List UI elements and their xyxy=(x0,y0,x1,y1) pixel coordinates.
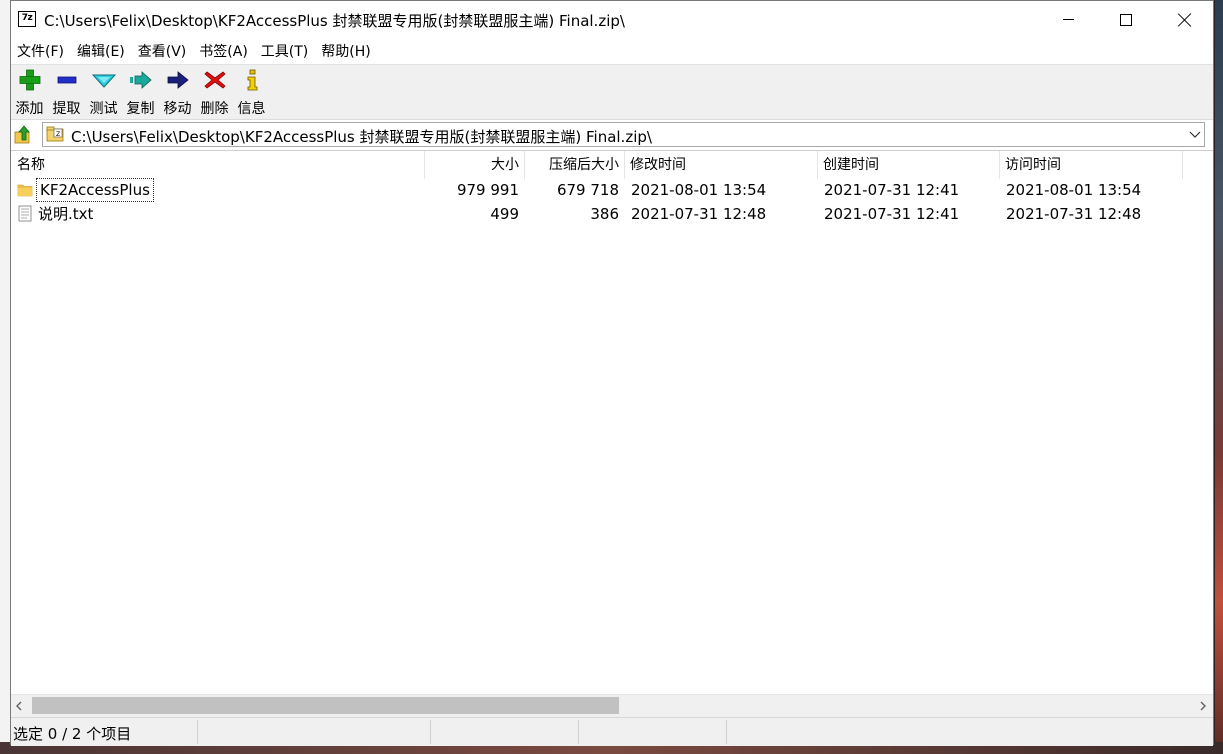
maximize-icon xyxy=(1120,13,1132,26)
horizontal-scrollbar[interactable] xyxy=(11,694,1213,717)
file-packed-size: 386 xyxy=(590,205,619,223)
minimize-button[interactable] xyxy=(1039,1,1097,38)
path-input[interactable]: Z C:\Users\Felix\Desktop\KF2AccessPlus 封… xyxy=(42,122,1205,147)
title-bar[interactable]: 7z C:\Users\Felix\Desktop\KF2AccessPlus … xyxy=(11,1,1213,38)
file-accessed: 2021-08-01 13:54 xyxy=(1006,181,1142,199)
column-header-name[interactable]: 名称 xyxy=(11,151,425,179)
column-header-accessed[interactable]: 访问时间 xyxy=(1000,151,1183,179)
column-header-size[interactable]: 大小 xyxy=(425,151,525,179)
close-button[interactable] xyxy=(1155,1,1213,38)
file-name: 说明.txt xyxy=(38,205,94,223)
file-modified: 2021-08-01 13:54 xyxy=(631,181,767,199)
path-text: C:\Users\Felix\Desktop\KF2AccessPlus 封禁联… xyxy=(71,128,652,146)
status-divider xyxy=(197,720,198,744)
table-row[interactable]: KF2AccessPlus 979 991 679 718 2021-08-01… xyxy=(11,178,1213,202)
address-bar: Z C:\Users\Felix\Desktop\KF2AccessPlus 封… xyxy=(11,120,1213,151)
copy-label: 复制 xyxy=(126,101,155,117)
column-header-modified[interactable]: 修改时间 xyxy=(625,151,818,179)
minus-icon xyxy=(57,76,76,84)
7zip-app-icon: 7z xyxy=(18,11,36,27)
file-size: 979 991 xyxy=(456,181,519,199)
file-packed-size: 679 718 xyxy=(556,181,619,199)
menu-view[interactable]: 查看(V) xyxy=(137,41,194,61)
svg-text:Z: Z xyxy=(56,131,60,138)
menu-bar: 文件(F) 编辑(E) 查看(V) 书签(A) 工具(T) 帮助(H) xyxy=(11,38,1213,64)
folder-icon xyxy=(17,184,33,197)
column-header-packed-size[interactable]: 压缩后大小 xyxy=(525,151,625,179)
column-header-created[interactable]: 创建时间 xyxy=(818,151,1000,179)
plus-icon xyxy=(19,69,40,91)
add-label: 添加 xyxy=(15,101,44,117)
scrollbar-thumb[interactable] xyxy=(32,697,619,714)
menu-edit[interactable]: 编辑(E) xyxy=(76,41,132,61)
maximize-button[interactable] xyxy=(1097,1,1155,38)
file-created: 2021-07-31 12:41 xyxy=(824,205,960,223)
copy-arrow-icon xyxy=(129,71,152,89)
up-folder-icon[interactable] xyxy=(13,124,35,146)
status-divider xyxy=(430,720,431,744)
move-button[interactable]: 移动 xyxy=(159,69,196,117)
chevron-down-icon[interactable] xyxy=(1189,128,1201,140)
text-file-icon xyxy=(18,205,32,222)
delete-x-icon xyxy=(203,71,226,89)
archive-icon: Z xyxy=(46,126,64,142)
info-icon xyxy=(247,69,257,91)
move-label: 移动 xyxy=(163,101,192,117)
desktop-background-right xyxy=(1215,0,1223,754)
checkmark-icon xyxy=(91,74,116,88)
delete-button[interactable]: 删除 xyxy=(196,69,233,117)
file-accessed: 2021-07-31 12:48 xyxy=(1006,205,1142,223)
scroll-right-icon[interactable] xyxy=(1198,700,1208,712)
extract-label: 提取 xyxy=(52,101,81,117)
menu-bookmarks[interactable]: 书签(A) xyxy=(198,41,255,61)
test-button[interactable]: 测试 xyxy=(85,69,122,117)
file-created: 2021-07-31 12:41 xyxy=(824,181,960,199)
status-bar: 选定 0 / 2 个项目 xyxy=(11,717,1213,746)
menu-file[interactable]: 文件(F) xyxy=(16,41,71,61)
menu-tools[interactable]: 工具(T) xyxy=(260,41,315,61)
file-modified: 2021-07-31 12:48 xyxy=(631,205,767,223)
selection-status: 选定 0 / 2 个项目 xyxy=(13,725,132,743)
status-divider xyxy=(726,720,727,744)
table-row[interactable]: 说明.txt 499 386 2021-07-31 12:48 2021-07-… xyxy=(11,202,1213,226)
scroll-left-icon[interactable] xyxy=(14,700,24,712)
file-list: 名称 大小 压缩后大小 修改时间 创建时间 访问时间 KF2AccessPlus… xyxy=(11,151,1213,693)
minimize-icon xyxy=(1062,19,1074,20)
move-arrow-icon xyxy=(167,71,189,89)
file-size: 499 xyxy=(490,205,519,223)
copy-button[interactable]: 复制 xyxy=(122,69,159,117)
delete-label: 删除 xyxy=(200,101,229,117)
add-button[interactable]: 添加 xyxy=(11,69,48,117)
extract-button[interactable]: 提取 xyxy=(48,69,85,117)
close-icon xyxy=(1177,13,1191,27)
toolbar: 添加 提取 测试 复制 移动 删除 信息 xyxy=(11,64,1213,120)
info-button[interactable]: 信息 xyxy=(233,69,270,117)
file-name: KF2AccessPlus xyxy=(36,178,154,202)
7zip-file-manager-window: 7z C:\Users\Felix\Desktop\KF2AccessPlus … xyxy=(10,0,1214,746)
test-label: 测试 xyxy=(89,101,118,117)
menu-help[interactable]: 帮助(H) xyxy=(320,41,377,61)
status-divider xyxy=(578,720,579,744)
info-label: 信息 xyxy=(237,101,266,117)
window-title: C:\Users\Felix\Desktop\KF2AccessPlus 封禁联… xyxy=(44,12,625,30)
